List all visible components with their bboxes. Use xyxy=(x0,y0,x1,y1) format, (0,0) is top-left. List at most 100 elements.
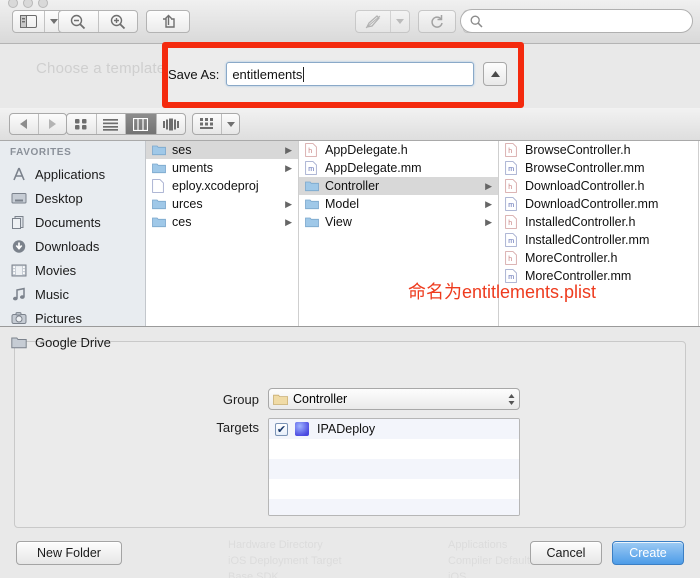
file-icon: m xyxy=(505,233,520,247)
file-row[interactable]: h DownloadController.h xyxy=(499,177,698,195)
file-row-label: BrowseController.h xyxy=(525,143,631,157)
group-popup-button[interactable]: Controller xyxy=(268,388,520,410)
text-caret xyxy=(303,66,305,82)
create-button[interactable]: Create xyxy=(612,541,684,565)
targets-row: Targets ✔ IPADeploy xyxy=(201,418,520,516)
file-row[interactable]: Model ▶ xyxy=(299,195,498,213)
file-row[interactable]: m AppDelegate.mm xyxy=(299,159,498,177)
save-dialog-window: Save As: entitlements FAVORITES Applicat… xyxy=(0,0,700,578)
back-forward-group[interactable] xyxy=(9,113,67,135)
navigation-bar: Controller xyxy=(0,108,700,244)
chevron-right-icon: ▶ xyxy=(285,144,292,155)
column-view-icon xyxy=(133,117,149,131)
zoom-out-icon[interactable] xyxy=(59,11,98,32)
sidebar-item-label: Google Drive xyxy=(35,334,111,350)
icon-view-icon xyxy=(75,119,87,130)
chevron-right-icon: ▶ xyxy=(285,162,292,173)
sidebar-item-pictures[interactable]: Pictures xyxy=(0,306,145,330)
toolbar-search-input[interactable] xyxy=(460,9,693,33)
back-button[interactable] xyxy=(10,114,38,134)
file-icon: m xyxy=(305,161,320,175)
file-row-label: InstalledController.h xyxy=(525,215,636,229)
annotate-group[interactable] xyxy=(355,10,410,33)
sidebar-item-downloads[interactable]: Downloads xyxy=(0,234,145,258)
view-mode-column-button[interactable] xyxy=(126,114,156,134)
svg-text:m: m xyxy=(308,166,314,173)
sidebar-item-movies[interactable]: Movies xyxy=(0,258,145,282)
target-name: IPADeploy xyxy=(317,422,376,436)
view-mode-coverflow-button[interactable] xyxy=(156,114,185,134)
sidebar-item-google-drive[interactable]: Google Drive xyxy=(0,330,145,354)
arrange-by-chevron-down-icon[interactable] xyxy=(222,114,239,134)
folder-icon xyxy=(152,162,167,174)
file-icon: h xyxy=(505,179,520,193)
cancel-button[interactable]: Cancel xyxy=(530,541,602,565)
coverflow-view-icon xyxy=(162,118,179,130)
save-as-input[interactable]: entitlements xyxy=(226,62,475,86)
zoom-in-icon[interactable] xyxy=(98,11,137,32)
file-row[interactable]: h MoreController.h xyxy=(499,249,698,267)
file-row-label: DownloadController.h xyxy=(525,179,645,193)
file-row[interactable]: m BrowseController.mm xyxy=(499,159,698,177)
sidebar-toggle-icon[interactable] xyxy=(13,11,44,32)
view-mode-list-button[interactable] xyxy=(97,114,126,134)
chevron-right-icon: ▶ xyxy=(485,198,492,209)
file-row[interactable]: uments ▶ xyxy=(146,159,298,177)
file-row[interactable]: Controller ▶ xyxy=(299,177,498,195)
sort-arrows-icon xyxy=(508,393,515,406)
arrange-by-icon[interactable] xyxy=(193,114,221,134)
folder-icon xyxy=(152,216,167,228)
target-list-item[interactable]: ✔ IPADeploy xyxy=(269,419,519,439)
file-row-label: uments xyxy=(172,161,213,175)
sidebar-item-label: Pictures xyxy=(35,310,82,326)
file-icon: m xyxy=(505,161,520,175)
folder-icon xyxy=(273,393,288,405)
sidebar-item-desktop[interactable]: Desktop xyxy=(0,186,145,210)
sidebar-item-applications[interactable]: Applications xyxy=(0,162,145,186)
view-mode-group[interactable] xyxy=(66,113,186,135)
folder-icon xyxy=(152,198,167,210)
svg-text:h: h xyxy=(508,220,512,227)
arrange-by-button[interactable] xyxy=(192,113,240,135)
save-as-value: entitlements xyxy=(232,66,303,82)
file-row[interactable]: h BrowseController.h xyxy=(499,141,698,159)
targets-list[interactable]: ✔ IPADeploy xyxy=(268,418,520,516)
share-button[interactable] xyxy=(146,10,190,33)
sidebar-item-music[interactable]: Music xyxy=(0,282,145,306)
target-list-empty-row xyxy=(269,499,519,515)
new-folder-button[interactable]: New Folder xyxy=(16,541,122,565)
rotate-button[interactable] xyxy=(418,10,456,33)
file-row[interactable]: m InstalledController.mm xyxy=(499,231,698,249)
sidebar-item-documents[interactable]: Documents xyxy=(0,210,145,234)
file-icon xyxy=(152,179,167,193)
svg-text:h: h xyxy=(508,184,512,191)
file-row[interactable]: ses ▶ xyxy=(146,141,298,159)
expand-disclosure-button[interactable] xyxy=(483,62,508,86)
file-row[interactable]: eploy.xcodeproj xyxy=(146,177,298,195)
file-row[interactable]: h AppDelegate.h xyxy=(299,141,498,159)
file-row-label: View xyxy=(325,215,352,229)
annotate-pen-icon[interactable] xyxy=(356,11,390,32)
chevron-right-icon: ▶ xyxy=(485,180,492,191)
file-row[interactable]: ces ▶ xyxy=(146,213,298,231)
save-as-row: Save As: entitlements xyxy=(168,55,518,93)
target-checkbox[interactable]: ✔ xyxy=(275,422,288,436)
browser-column-1[interactable]: ses ▶ uments ▶ eploy.xcodeproj urces ▶ ces ▶ xyxy=(146,141,299,326)
file-row[interactable]: m DownloadController.mm xyxy=(499,195,698,213)
chevron-right-icon: ▶ xyxy=(285,216,292,227)
annotate-chevron-down-icon[interactable] xyxy=(391,11,409,32)
file-row[interactable]: h InstalledController.h xyxy=(499,213,698,231)
forward-button[interactable] xyxy=(39,114,67,134)
save-as-label: Save As: xyxy=(168,66,220,82)
zoom-controls-group[interactable] xyxy=(58,10,138,33)
file-row[interactable]: View ▶ xyxy=(299,213,498,231)
pictures-icon xyxy=(10,310,28,326)
file-row[interactable]: urces ▶ xyxy=(146,195,298,213)
svg-text:m: m xyxy=(508,166,514,173)
file-row-label: Controller xyxy=(325,179,380,193)
annotation-text: 命名为entitlements.plist xyxy=(408,282,597,302)
desktop-icon xyxy=(10,190,28,206)
svg-text:h: h xyxy=(508,148,512,155)
file-row-label: AppDelegate.mm xyxy=(325,161,422,175)
view-mode-icon-button[interactable] xyxy=(67,114,96,134)
